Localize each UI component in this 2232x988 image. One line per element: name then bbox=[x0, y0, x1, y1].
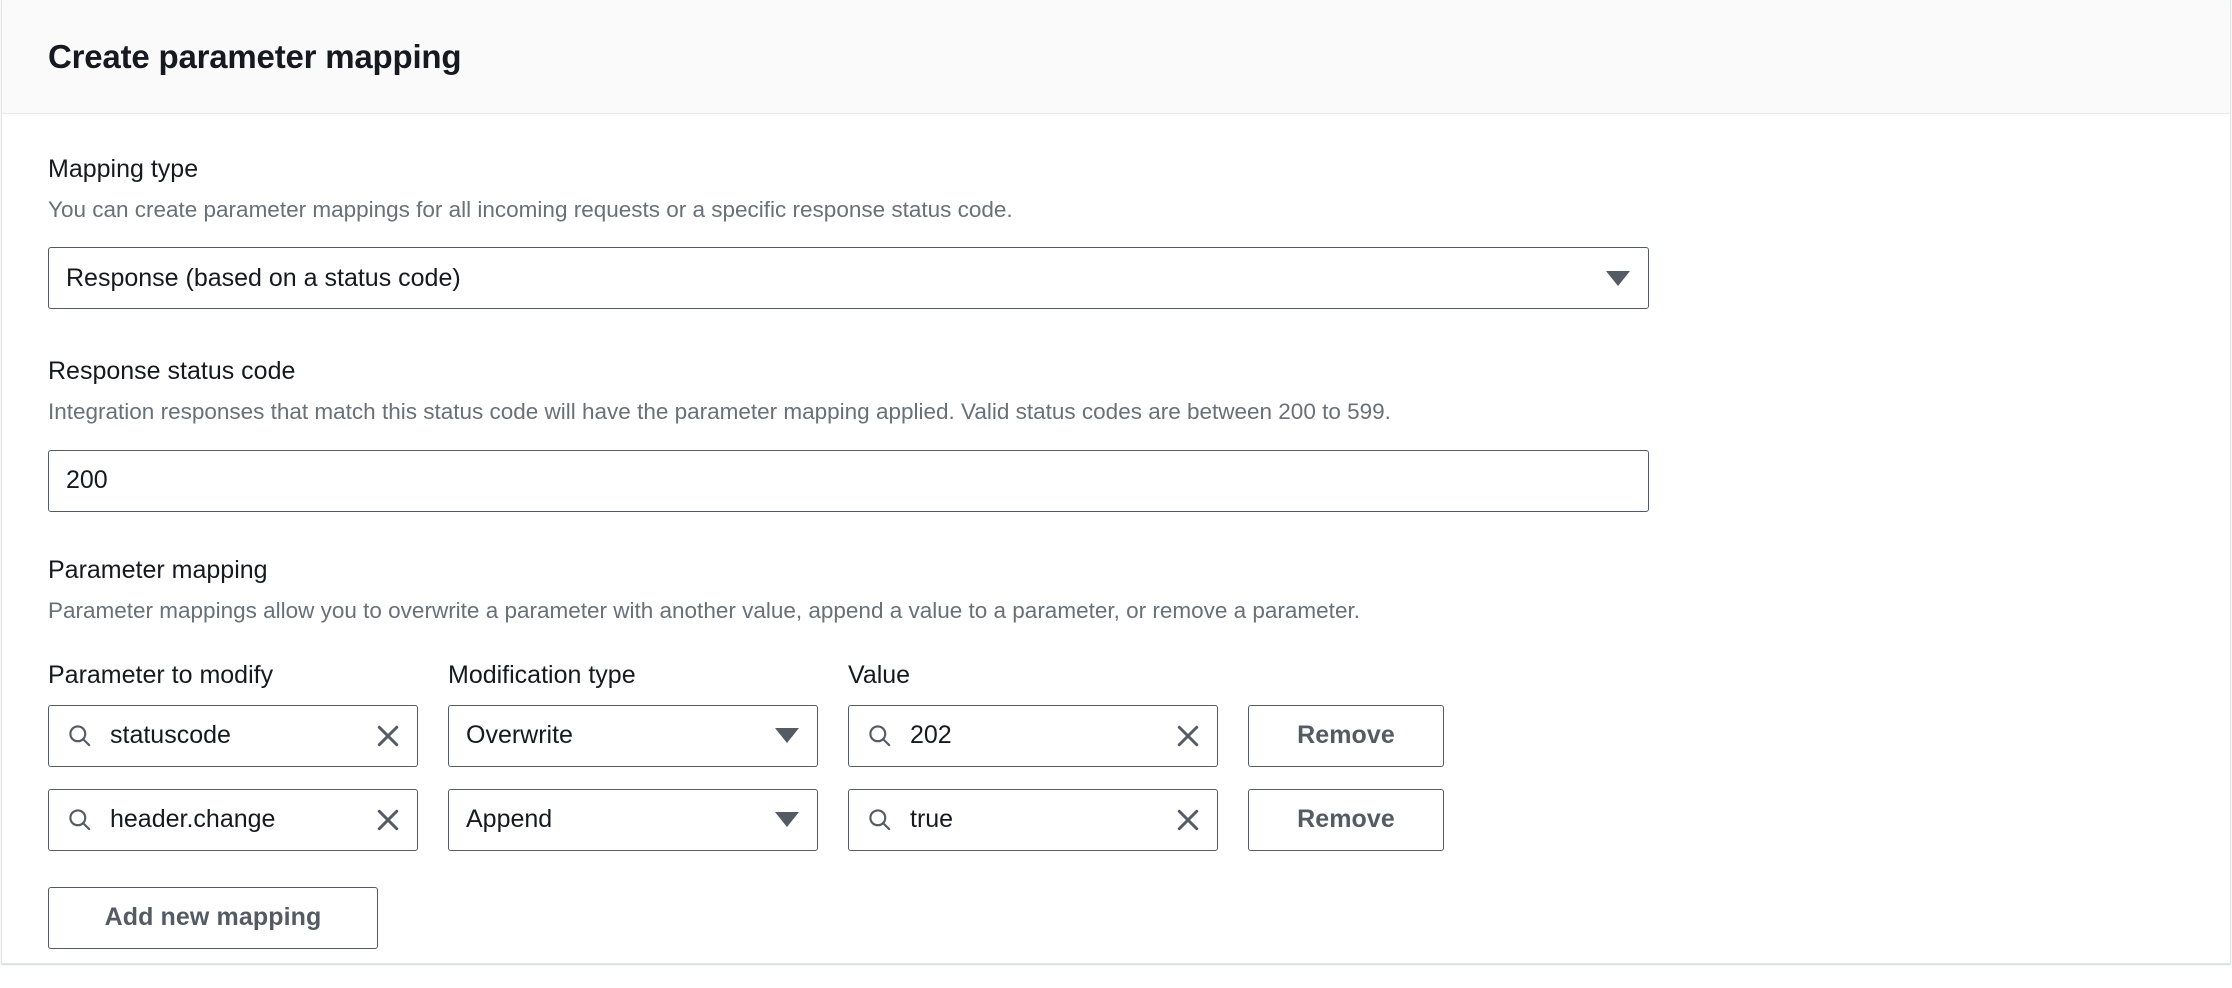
response-status-code-label: Response status code bbox=[48, 357, 296, 386]
value-input[interactable]: 202 bbox=[848, 704, 1218, 767]
panel-body: Mapping type You can create parameter ma… bbox=[2, 114, 2230, 949]
create-parameter-mapping-panel: Create parameter mapping Mapping type Yo… bbox=[1, 0, 2231, 964]
response-status-code-input[interactable]: 200 bbox=[48, 449, 1649, 512]
add-new-mapping-button[interactable]: Add new mapping bbox=[48, 886, 378, 949]
table-row: header.change Append true Remove bbox=[48, 788, 2184, 851]
chevron-down-icon bbox=[775, 812, 799, 828]
close-icon[interactable] bbox=[1173, 805, 1203, 835]
panel-header: Create parameter mapping bbox=[2, 0, 2230, 114]
value-input[interactable]: true bbox=[848, 788, 1218, 851]
parameter-to-modify-input[interactable]: header.change bbox=[48, 788, 418, 851]
parameter-mapping-label: Parameter mapping bbox=[48, 555, 268, 584]
parameter-mapping-description: Parameter mappings allow you to overwrit… bbox=[48, 597, 1360, 623]
table-row: statuscode Overwrite 202 Remove bbox=[48, 704, 2184, 767]
search-icon bbox=[869, 809, 891, 831]
mapping-type-label: Mapping type bbox=[48, 155, 199, 183]
close-icon[interactable] bbox=[1173, 721, 1203, 751]
column-header-modification-type: Modification type bbox=[448, 660, 636, 689]
mapping-type-description: You can create parameter mappings for al… bbox=[48, 197, 1013, 222]
modification-type-value: Append bbox=[466, 805, 553, 834]
modification-type-value: Overwrite bbox=[466, 721, 573, 750]
parameter-to-modify-value: header.change bbox=[110, 805, 276, 834]
close-icon[interactable] bbox=[373, 721, 403, 751]
response-status-code-value: 200 bbox=[66, 466, 108, 494]
modification-type-select[interactable]: Append bbox=[448, 788, 818, 851]
search-icon bbox=[69, 725, 91, 747]
column-header-value: Value bbox=[848, 660, 911, 689]
mapping-column-headers: Parameter to modify Modification type Va… bbox=[48, 661, 2184, 690]
column-header-parameter: Parameter to modify bbox=[48, 660, 274, 689]
parameter-to-modify-input[interactable]: statuscode bbox=[48, 704, 418, 767]
response-status-code-description: Integration responses that match this st… bbox=[48, 399, 1391, 425]
search-icon bbox=[69, 809, 91, 831]
chevron-down-icon bbox=[1606, 270, 1630, 286]
parameter-mapping-field: Parameter mapping Parameter mappings all… bbox=[48, 555, 2184, 949]
mapping-type-selected-value: Response (based on a status code) bbox=[66, 263, 461, 292]
page-title: Create parameter mapping bbox=[48, 37, 462, 75]
value-field-value: true bbox=[910, 805, 954, 834]
chevron-down-icon bbox=[775, 728, 799, 744]
search-icon bbox=[869, 725, 891, 747]
remove-button[interactable]: Remove bbox=[1248, 704, 1444, 767]
response-status-code-field: Response status code Integration respons… bbox=[48, 356, 2184, 512]
mapping-type-field: Mapping type You can create parameter ma… bbox=[48, 154, 2184, 310]
close-icon[interactable] bbox=[373, 805, 403, 835]
value-field-value: 202 bbox=[910, 721, 952, 750]
parameter-to-modify-value: statuscode bbox=[110, 721, 231, 750]
modification-type-select[interactable]: Overwrite bbox=[448, 704, 818, 767]
remove-button[interactable]: Remove bbox=[1248, 788, 1444, 851]
mapping-type-select[interactable]: Response (based on a status code) bbox=[48, 247, 1649, 310]
